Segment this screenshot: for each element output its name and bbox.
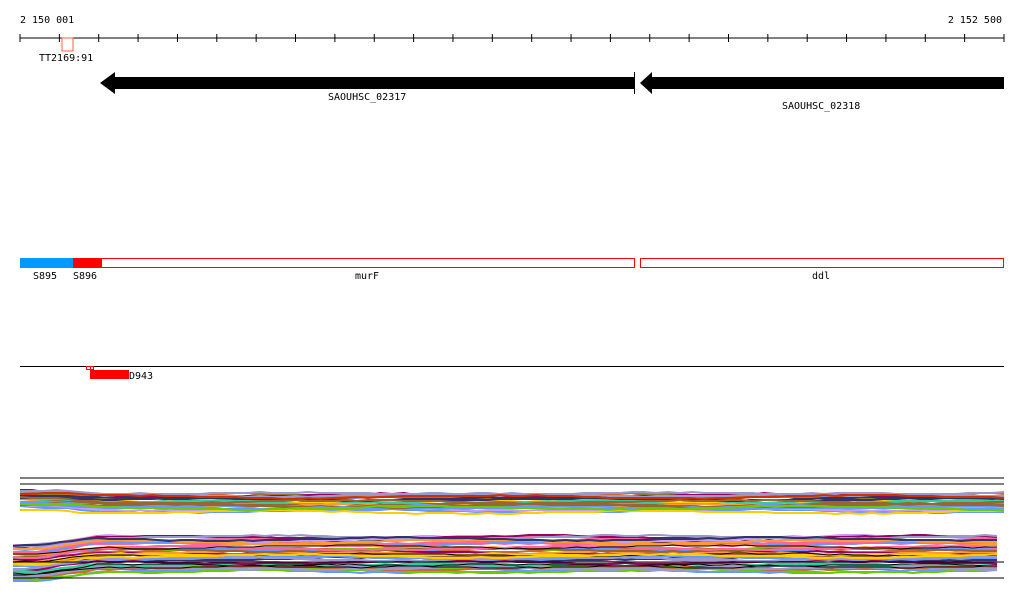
gene-arrow[interactable] <box>100 72 634 94</box>
segment-label: ddl <box>812 271 830 282</box>
ruler-start-label: 2 150 001 <box>20 15 74 26</box>
segment-S896[interactable] <box>73 258 101 268</box>
gene-label: SAOUHSC_02317 <box>328 92 406 103</box>
coverage-tracks <box>12 477 1005 582</box>
feature-small-box[interactable] <box>90 366 94 370</box>
gene-SAOUHSC_02317[interactable]: SAOUHSC_02317 <box>100 72 635 103</box>
segment-label: murF <box>355 271 379 282</box>
marker-label: TT2169:91 <box>39 53 93 64</box>
genome-browser-canvas[interactable]: 2 150 001 2 152 500 TT2169:91 SAOUHSC_02… <box>0 0 1024 611</box>
feature-small-box[interactable] <box>86 366 91 370</box>
segment-murF[interactable] <box>101 258 635 268</box>
feature-label: D943 <box>129 371 153 382</box>
gene-SAOUHSC_02318[interactable]: SAOUHSC_02318 <box>640 72 1004 112</box>
feature-D943[interactable] <box>90 370 129 379</box>
coverage-line <box>13 567 997 582</box>
gene-arrow[interactable] <box>640 72 1004 94</box>
segment-ddl[interactable] <box>640 258 1004 268</box>
ruler-end-label: 2 152 500 <box>948 15 1002 26</box>
marker-box[interactable] <box>61 37 74 52</box>
segment-S895[interactable] <box>20 258 73 268</box>
segment-label: S895 <box>33 271 57 282</box>
segment-label: S896 <box>73 271 97 282</box>
gene-label: SAOUHSC_02318 <box>782 101 860 112</box>
